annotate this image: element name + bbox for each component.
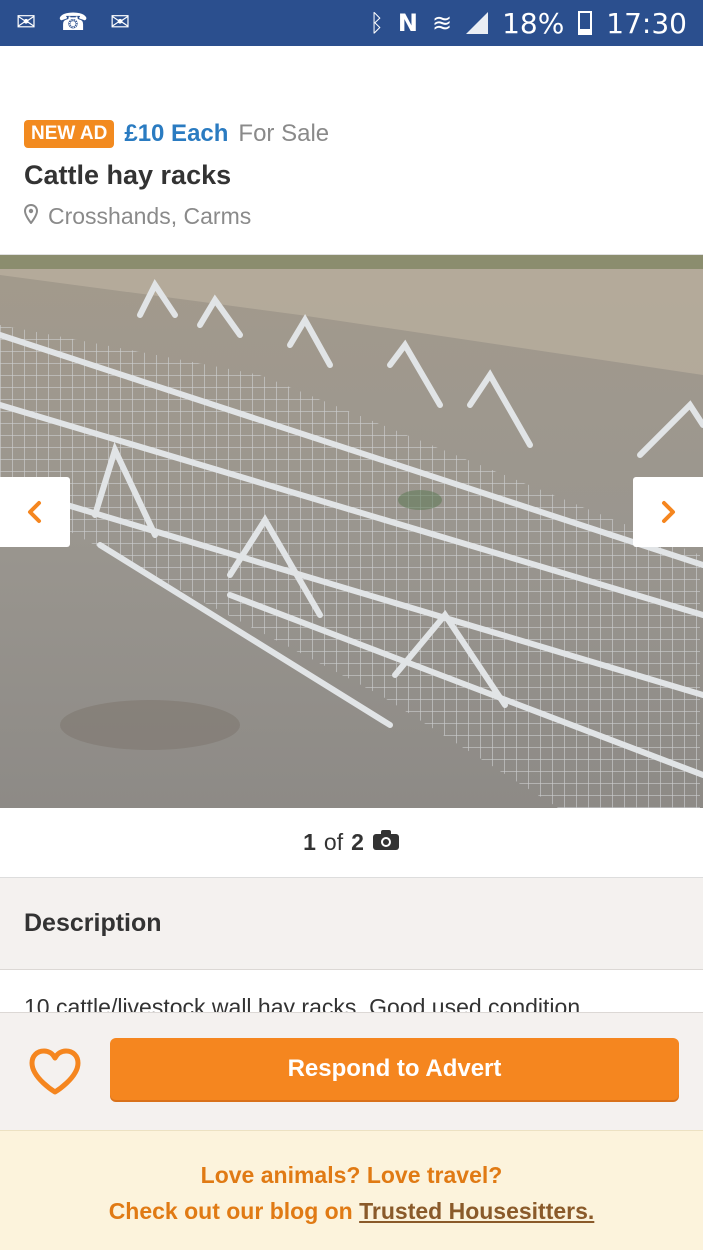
camera-icon [372, 829, 400, 857]
description-heading: Description [0, 878, 703, 970]
mail-at-icon: ✉ [16, 9, 37, 36]
wifi-icon: ≋ [431, 9, 453, 37]
new-ad-badge: NEW AD [24, 120, 115, 148]
photo-of: of [323, 829, 344, 855]
trusted-housesitters-link[interactable]: Trusted Housesitters. [359, 1198, 594, 1224]
status-notifications: ✉ ☎ ✉ [16, 11, 130, 35]
nfc-icon: N [397, 9, 418, 37]
signal-icon [466, 12, 489, 34]
photo-total: 2 [351, 829, 364, 855]
status-system: ᛒ N ≋ 18% 17:30 [369, 7, 687, 40]
promo-line2: Check out our blog on Trusted Housesitte… [0, 1193, 703, 1229]
missed-call-icon: ☎ [58, 9, 89, 36]
listing-header: NEW AD £10 Each For Sale Cattle hay rack… [23, 120, 679, 230]
hay-racks-photo [0, 255, 703, 808]
chevron-right-icon [662, 501, 675, 523]
respond-to-advert-button[interactable]: Respond to Advert [110, 1038, 679, 1100]
email-icon: ✉ [110, 9, 131, 36]
chevron-left-icon [28, 501, 41, 523]
battery-percent: 18% [502, 6, 565, 40]
battery-icon [578, 11, 593, 35]
bluetooth-icon: ᛒ [369, 9, 384, 37]
listing-location: Crosshands, Carms [23, 203, 679, 230]
location-pin-icon [23, 203, 39, 230]
favourite-button[interactable] [0, 1048, 110, 1096]
promo-banner: Love animals? Love travel? Check out our… [0, 1130, 703, 1250]
photo-counter: 1 of 2 [0, 808, 703, 878]
previous-photo-button[interactable] [0, 477, 70, 547]
listing-photo[interactable] [0, 254, 703, 808]
listing-title: Cattle hay racks [24, 160, 232, 190]
description-text: 10 cattle/livestock wall hay racks. Good… [24, 994, 587, 1014]
status-time: 17:30 [606, 6, 687, 40]
location-text: Crosshands, Carms [48, 203, 252, 229]
listing-price: £10 Each [124, 120, 229, 147]
photo-current: 1 [303, 829, 316, 855]
action-bar: Respond to Advert [0, 1012, 703, 1130]
status-bar: ✉ ☎ ✉ ᛒ N ≋ 18% 17:30 [0, 0, 703, 46]
promo-prefix: Check out our blog on [108, 1198, 360, 1224]
next-photo-button[interactable] [633, 477, 703, 547]
heart-icon [29, 1048, 81, 1094]
promo-line1: Love animals? Love travel? [200, 1162, 503, 1188]
sale-type: For Sale [238, 120, 330, 147]
price-line: NEW AD £10 Each For Sale [24, 120, 679, 148]
